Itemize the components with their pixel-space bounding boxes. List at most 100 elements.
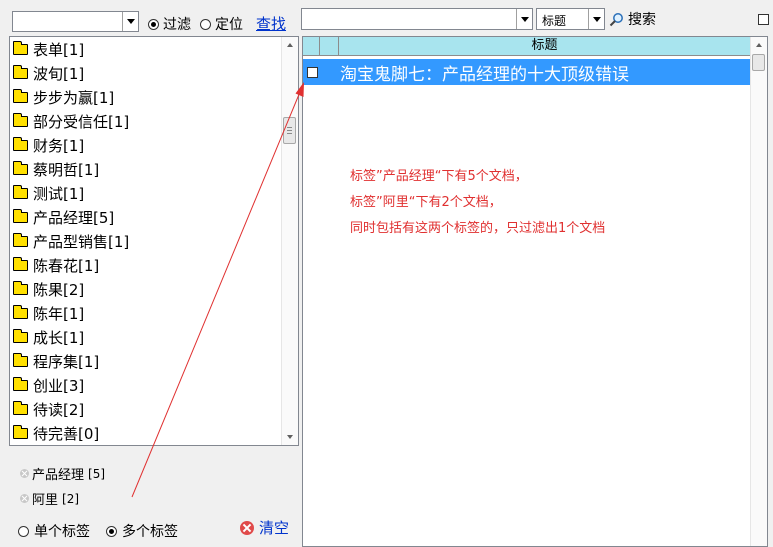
folder-icon	[13, 112, 28, 127]
column-header-flag[interactable]	[320, 37, 339, 56]
remove-tag-icon[interactable]	[20, 494, 29, 503]
selected-tag: 产品经理 [5]	[20, 464, 105, 483]
search-field-select[interactable]: 标题	[536, 8, 605, 30]
selected-tag-count: [2]	[62, 491, 80, 506]
tree-item-label: 程序集[1]	[33, 352, 100, 371]
tree-item-label: 步步为赢[1]	[33, 88, 115, 107]
tree-item-label: 测试[1]	[33, 184, 85, 203]
selected-tag-count: [5]	[88, 466, 106, 481]
folder-icon	[13, 304, 28, 319]
tag-filter-combobox[interactable]	[12, 11, 139, 32]
tree-item[interactable]: 产品型销售[1]	[13, 229, 129, 253]
tree-item-label: 创业[3]	[33, 376, 85, 395]
column-header-title[interactable]: 标题	[339, 37, 751, 56]
tree-item[interactable]: 待读[2]	[13, 397, 84, 421]
selected-tag-label: 产品经理	[32, 468, 85, 483]
tree-item[interactable]: 待完善[0]	[13, 421, 99, 445]
annotation-line-3: 同时包括有这两个标签的，只过滤出1个文档	[350, 221, 606, 236]
locate-radio[interactable]	[200, 18, 211, 30]
column-header-check[interactable]	[303, 37, 320, 56]
scroll-up-button[interactable]	[751, 37, 767, 53]
chevron-down-icon[interactable]	[588, 9, 604, 29]
folder-icon	[13, 400, 28, 415]
column-title-label: 标题	[531, 38, 558, 53]
scrollbar-thumb[interactable]	[752, 54, 765, 71]
tree-item[interactable]: 创业[3]	[13, 373, 84, 397]
filter-radio[interactable]	[148, 18, 159, 30]
tree-item-label: 蔡明哲[1]	[33, 160, 100, 179]
folder-icon	[13, 376, 28, 391]
single-tag-radio[interactable]	[18, 525, 29, 537]
tree-item[interactable]: 程序集[1]	[13, 349, 99, 373]
folder-icon	[13, 184, 28, 199]
tree-item-label: 陈果[2]	[33, 280, 85, 299]
tree-item[interactable]: 步步为赢[1]	[13, 85, 114, 109]
folder-icon	[13, 64, 28, 79]
single-tag-label: 单个标签	[34, 524, 90, 540]
document-list: 标题 淘宝鬼脚七：产品经理的十大顶级错误 标签”产品经理“下有5个文档， 标签”…	[302, 36, 768, 547]
folder-icon	[13, 160, 28, 175]
row-title: 淘宝鬼脚七：产品经理的十大顶级错误	[340, 64, 629, 85]
tree-item-label: 陈年[1]	[33, 304, 85, 323]
tree-item[interactable]: 波旬[1]	[13, 61, 84, 85]
search-button-label: 搜索	[628, 12, 656, 28]
option-checkbox[interactable]	[758, 14, 769, 25]
search-field-value: 标题	[542, 14, 567, 28]
locate-radio-label: 定位	[215, 17, 243, 33]
annotation-line-1: 标签”产品经理“下有5个文档，	[350, 169, 528, 184]
tag-tree: 表单[1] 波旬[1] 步步为赢[1] 部分受信任[1] 财务[1] 蔡明哲[1] 测试[1…	[9, 36, 299, 446]
tree-scrollbar[interactable]	[281, 37, 298, 445]
tree-item[interactable]: 陈果[2]	[13, 277, 84, 301]
scroll-down-button[interactable]	[282, 429, 298, 445]
tree-item-label: 部分受信任[1]	[33, 112, 130, 131]
scrollbar-thumb[interactable]	[283, 117, 296, 144]
folder-icon	[13, 40, 28, 55]
clear-button[interactable]: 清空	[240, 517, 289, 538]
tree-item-label: 产品经理[5]	[33, 208, 115, 227]
folder-icon	[13, 136, 28, 151]
tree-item[interactable]: 部分受信任[1]	[13, 109, 129, 133]
selected-tag: 阿里 [2]	[20, 489, 79, 508]
find-link[interactable]: 查找	[256, 13, 286, 34]
folder-icon	[13, 88, 28, 103]
tree-item-label: 表单[1]	[33, 40, 85, 59]
row-checkbox[interactable]	[307, 66, 318, 78]
multi-tag-radio[interactable]	[106, 525, 117, 537]
remove-tag-icon[interactable]	[20, 469, 29, 478]
multi-tag-label: 多个标签	[122, 524, 178, 540]
folder-icon	[13, 328, 28, 343]
search-icon	[609, 12, 623, 26]
tree-item-label: 待读[2]	[33, 400, 85, 419]
tree-item-label: 成长[1]	[33, 328, 85, 347]
tree-item[interactable]: 成长[1]	[13, 325, 84, 349]
tree-item[interactable]: 表单[1]	[13, 37, 84, 61]
search-combobox[interactable]	[301, 8, 533, 30]
folder-icon	[13, 232, 28, 247]
tree-item[interactable]: 财务[1]	[13, 133, 84, 157]
tree-item[interactable]: 蔡明哲[1]	[13, 157, 99, 181]
tree-item-label: 财务[1]	[33, 136, 85, 155]
folder-icon	[13, 424, 28, 439]
list-scrollbar[interactable]	[750, 37, 767, 546]
filter-radio-label: 过滤	[163, 17, 191, 33]
chevron-down-icon[interactable]	[516, 9, 532, 29]
folder-icon	[13, 352, 28, 367]
tree-item[interactable]: 陈春花[1]	[13, 253, 99, 277]
selected-tag-label: 阿里	[32, 493, 59, 508]
tree-item-label: 波旬[1]	[33, 64, 85, 83]
tree-item-label: 陈春花[1]	[33, 256, 100, 275]
folder-icon	[13, 208, 28, 223]
search-button[interactable]: 搜索	[609, 9, 656, 29]
folder-icon	[13, 256, 28, 271]
table-row[interactable]: 淘宝鬼脚七：产品经理的十大顶级错误	[303, 59, 751, 85]
tree-item-label: 产品型销售[1]	[33, 232, 130, 251]
folder-icon	[13, 280, 28, 295]
tree-item[interactable]: 产品经理[5]	[13, 205, 114, 229]
chevron-down-icon[interactable]	[122, 12, 138, 31]
tree-item[interactable]: 测试[1]	[13, 181, 84, 205]
tree-item[interactable]: 陈年[1]	[13, 301, 84, 325]
annotation-line-2: 标签”阿里“下有2个文档，	[350, 195, 502, 210]
clear-icon	[240, 520, 254, 535]
scroll-up-button[interactable]	[282, 37, 298, 53]
clear-label: 清空	[259, 519, 290, 537]
